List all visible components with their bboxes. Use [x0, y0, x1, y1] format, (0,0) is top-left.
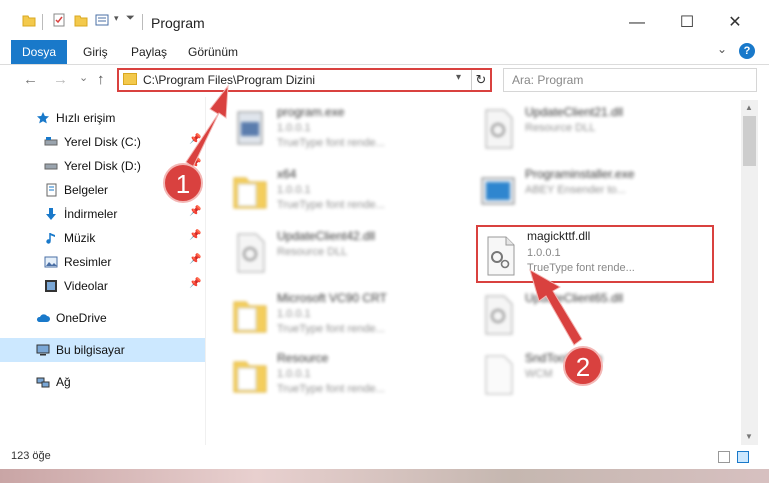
arrow-2-icon — [529, 268, 583, 346]
explorer-window: ▾ ⏷ Program — ☐ ✕ Dosya Giriş Paylaş Gör… — [0, 0, 769, 483]
arrow-1-icon — [185, 84, 229, 168]
annotation-arrows — [185, 84, 583, 346]
step-badge-2: 2 — [563, 346, 603, 386]
step-badge-1: 1 — [163, 163, 203, 203]
